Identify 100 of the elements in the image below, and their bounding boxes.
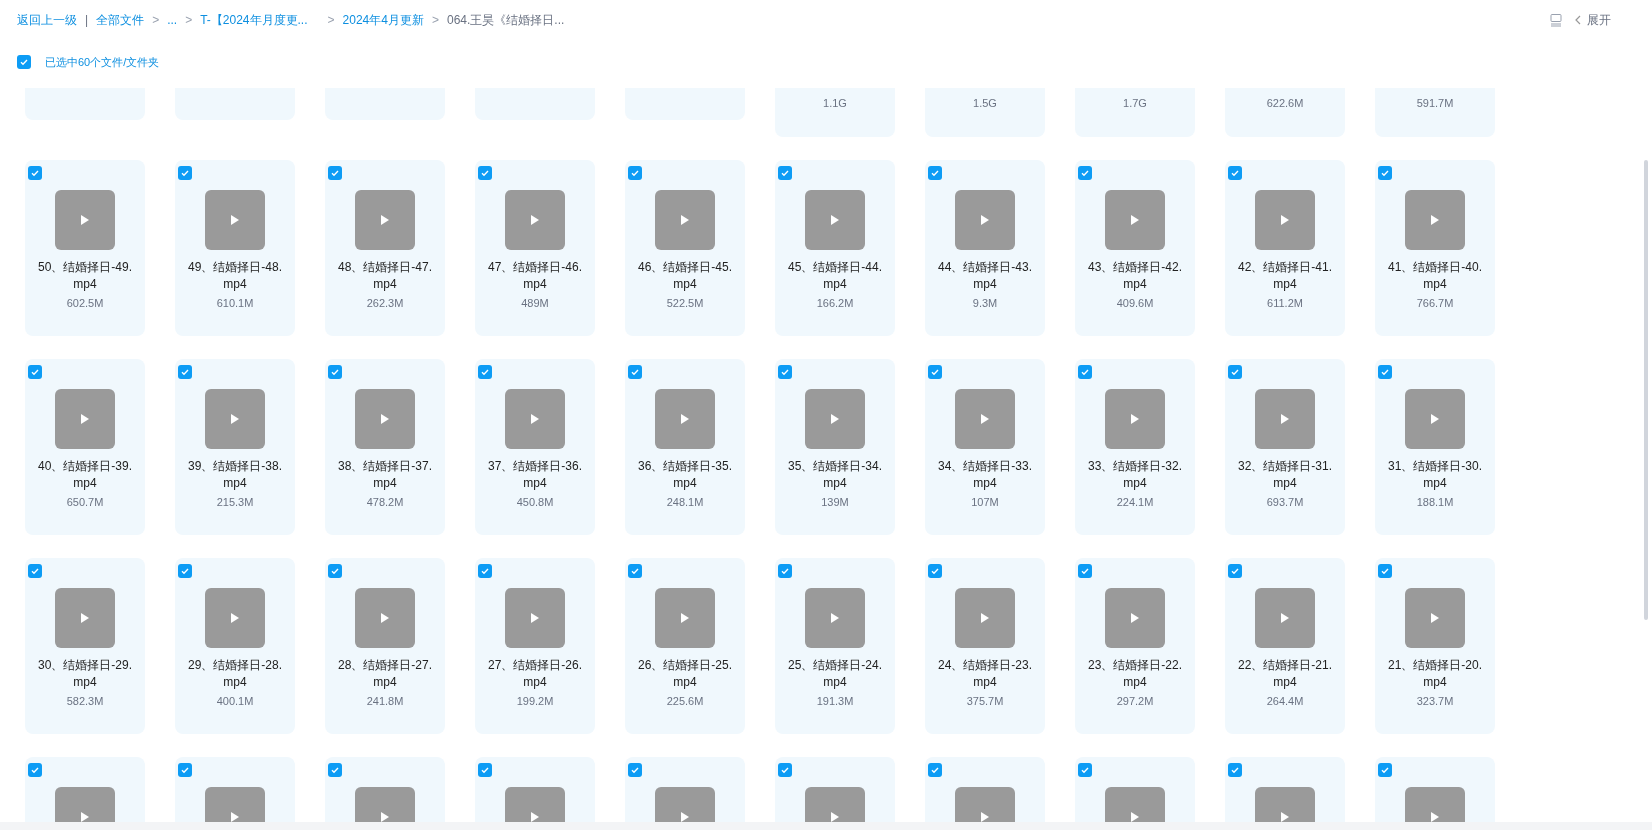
- file-card[interactable]: 46、结婚择日-45.mp4 522.5M: [625, 160, 745, 336]
- file-card[interactable]: 26、结婚择日-25.mp4 225.6M: [625, 558, 745, 734]
- file-card[interactable]: 28、结婚择日-27.mp4 241.8M: [325, 558, 445, 734]
- checkbox[interactable]: [478, 564, 492, 578]
- check-icon: [630, 765, 640, 775]
- breadcrumb-link[interactable]: 全部文件: [96, 11, 145, 29]
- checkbox[interactable]: [17, 55, 31, 69]
- checkbox[interactable]: [928, 564, 942, 578]
- checkbox[interactable]: [28, 564, 42, 578]
- file-card[interactable]: 1.1G: [775, 88, 895, 137]
- file-card[interactable]: 1.5G: [925, 88, 1045, 137]
- panel-icon[interactable]: [1549, 13, 1563, 27]
- checkbox[interactable]: [928, 166, 942, 180]
- checkbox[interactable]: [478, 166, 492, 180]
- breadcrumb-link[interactable]: 064.王昊《结婚择日...: [446, 11, 565, 29]
- file-card[interactable]: 45、结婚择日-44.mp4 166.2M: [775, 160, 895, 336]
- file-card[interactable]: 24、结婚择日-23.mp4 375.7M: [925, 558, 1045, 734]
- file-card[interactable]: 35、结婚择日-34.mp4 139M: [775, 359, 895, 535]
- file-card[interactable]: 49、结婚择日-48.mp4 610.1M: [175, 160, 295, 336]
- file-card[interactable]: 38、结婚择日-37.mp4 478.2M: [325, 359, 445, 535]
- checkbox[interactable]: [1228, 763, 1242, 777]
- horizontal-scrollbar[interactable]: [0, 822, 1652, 830]
- checkbox[interactable]: [478, 365, 492, 379]
- file-card[interactable]: 37、结婚择日-36.mp4 450.8M: [475, 359, 595, 535]
- file-card[interactable]: 33、结婚择日-32.mp4 224.1M: [1075, 359, 1195, 535]
- file-size: 166.2M: [816, 296, 854, 311]
- checkbox[interactable]: [628, 166, 642, 180]
- checkbox[interactable]: [1378, 166, 1392, 180]
- file-card[interactable]: 39、结婚择日-38.mp4 215.3M: [175, 359, 295, 535]
- file-card[interactable]: 50、结婚择日-49.mp4 602.5M: [25, 160, 145, 336]
- file-card[interactable]: 42、结婚择日-41.mp4 611.2M: [1225, 160, 1345, 336]
- checkbox[interactable]: [178, 564, 192, 578]
- file-card[interactable]: 31、结婚择日-30.mp4 188.1M: [1375, 359, 1495, 535]
- file-name: 45、结婚择日-44.mp4: [788, 259, 882, 293]
- checkbox[interactable]: [178, 166, 192, 180]
- checkbox[interactable]: [778, 166, 792, 180]
- checkbox[interactable]: [478, 763, 492, 777]
- file-card[interactable]: 1.7G: [1075, 88, 1195, 137]
- checkbox[interactable]: [928, 365, 942, 379]
- scrollbar[interactable]: [1644, 160, 1648, 620]
- checkbox[interactable]: [1078, 763, 1092, 777]
- checkbox[interactable]: [1228, 564, 1242, 578]
- checkbox[interactable]: [628, 564, 642, 578]
- file-size: 262.3M: [366, 296, 404, 311]
- checkbox[interactable]: [1378, 763, 1392, 777]
- file-size: 241.8M: [366, 694, 404, 709]
- checkbox[interactable]: [1378, 564, 1392, 578]
- checkbox[interactable]: [328, 564, 342, 578]
- file-card[interactable]: 30、结婚择日-29.mp4 582.3M: [25, 558, 145, 734]
- file-card[interactable]: 591.7M: [1375, 88, 1495, 137]
- file-card[interactable]: 29、结婚择日-28.mp4 400.1M: [175, 558, 295, 734]
- checkbox[interactable]: [328, 365, 342, 379]
- checkbox[interactable]: [1378, 365, 1392, 379]
- checkbox[interactable]: [1078, 564, 1092, 578]
- checkbox[interactable]: [1228, 365, 1242, 379]
- file-card[interactable]: 21、结婚择日-20.mp4 323.7M: [1375, 558, 1495, 734]
- file-card[interactable]: 43、结婚择日-42.mp4 409.6M: [1075, 160, 1195, 336]
- checkbox[interactable]: [178, 365, 192, 379]
- checkbox[interactable]: [1228, 166, 1242, 180]
- breadcrumb-link[interactable]: T-【2024年月度更...: [200, 11, 308, 29]
- checkbox[interactable]: [1078, 365, 1092, 379]
- file-card[interactable]: 36、结婚择日-35.mp4 248.1M: [625, 359, 745, 535]
- file-card[interactable]: 32、结婚择日-31.mp4 693.7M: [1225, 359, 1345, 535]
- back-link[interactable]: 返回上一级: [17, 11, 77, 29]
- file-size: 1.1G: [823, 96, 847, 111]
- file-size: 766.7M: [1416, 296, 1454, 311]
- file-card[interactable]: 41、结婚择日-40.mp4 766.7M: [1375, 160, 1495, 336]
- checkbox[interactable]: [778, 564, 792, 578]
- file-card[interactable]: 23、结婚择日-22.mp4 297.2M: [1075, 558, 1195, 734]
- file-name: 40、结婚择日-39.mp4: [38, 458, 132, 492]
- file-card[interactable]: 40、结婚择日-39.mp4 650.7M: [25, 359, 145, 535]
- checkbox[interactable]: [28, 365, 42, 379]
- checkbox[interactable]: [328, 763, 342, 777]
- check-icon: [480, 168, 490, 178]
- checkbox[interactable]: [328, 166, 342, 180]
- breadcrumb-link[interactable]: 2024年4月更新: [342, 11, 424, 29]
- checkbox[interactable]: [28, 763, 42, 777]
- checkbox[interactable]: [1078, 166, 1092, 180]
- file-card[interactable]: 25、结婚择日-24.mp4 191.3M: [775, 558, 895, 734]
- checkbox[interactable]: [778, 365, 792, 379]
- checkbox[interactable]: [178, 763, 192, 777]
- check-icon: [480, 765, 490, 775]
- file-card[interactable]: 22、结婚择日-21.mp4 264.4M: [1225, 558, 1345, 734]
- checkbox[interactable]: [928, 763, 942, 777]
- file-size: 199.2M: [516, 694, 554, 709]
- file-card[interactable]: 34、结婚择日-33.mp4 107M: [925, 359, 1045, 535]
- checkbox[interactable]: [628, 365, 642, 379]
- file-name: 34、结婚择日-33.mp4: [938, 458, 1032, 492]
- expand-button[interactable]: 展开: [1575, 11, 1611, 29]
- file-name: 44、结婚择日-43.mp4: [938, 259, 1032, 293]
- file-card[interactable]: 48、结婚择日-47.mp4 262.3M: [325, 160, 445, 336]
- file-card[interactable]: 44、结婚择日-43.mp4 9.3M: [925, 160, 1045, 336]
- breadcrumb-link[interactable]: ...: [167, 11, 178, 29]
- checkbox[interactable]: [778, 763, 792, 777]
- file-card[interactable]: 27、结婚择日-26.mp4 199.2M: [475, 558, 595, 734]
- file-card[interactable]: 47、结婚择日-46.mp4 489M: [475, 160, 595, 336]
- checkbox[interactable]: [628, 763, 642, 777]
- checkbox[interactable]: [28, 166, 42, 180]
- check-icon: [180, 367, 190, 377]
- file-card[interactable]: 622.6M: [1225, 88, 1345, 137]
